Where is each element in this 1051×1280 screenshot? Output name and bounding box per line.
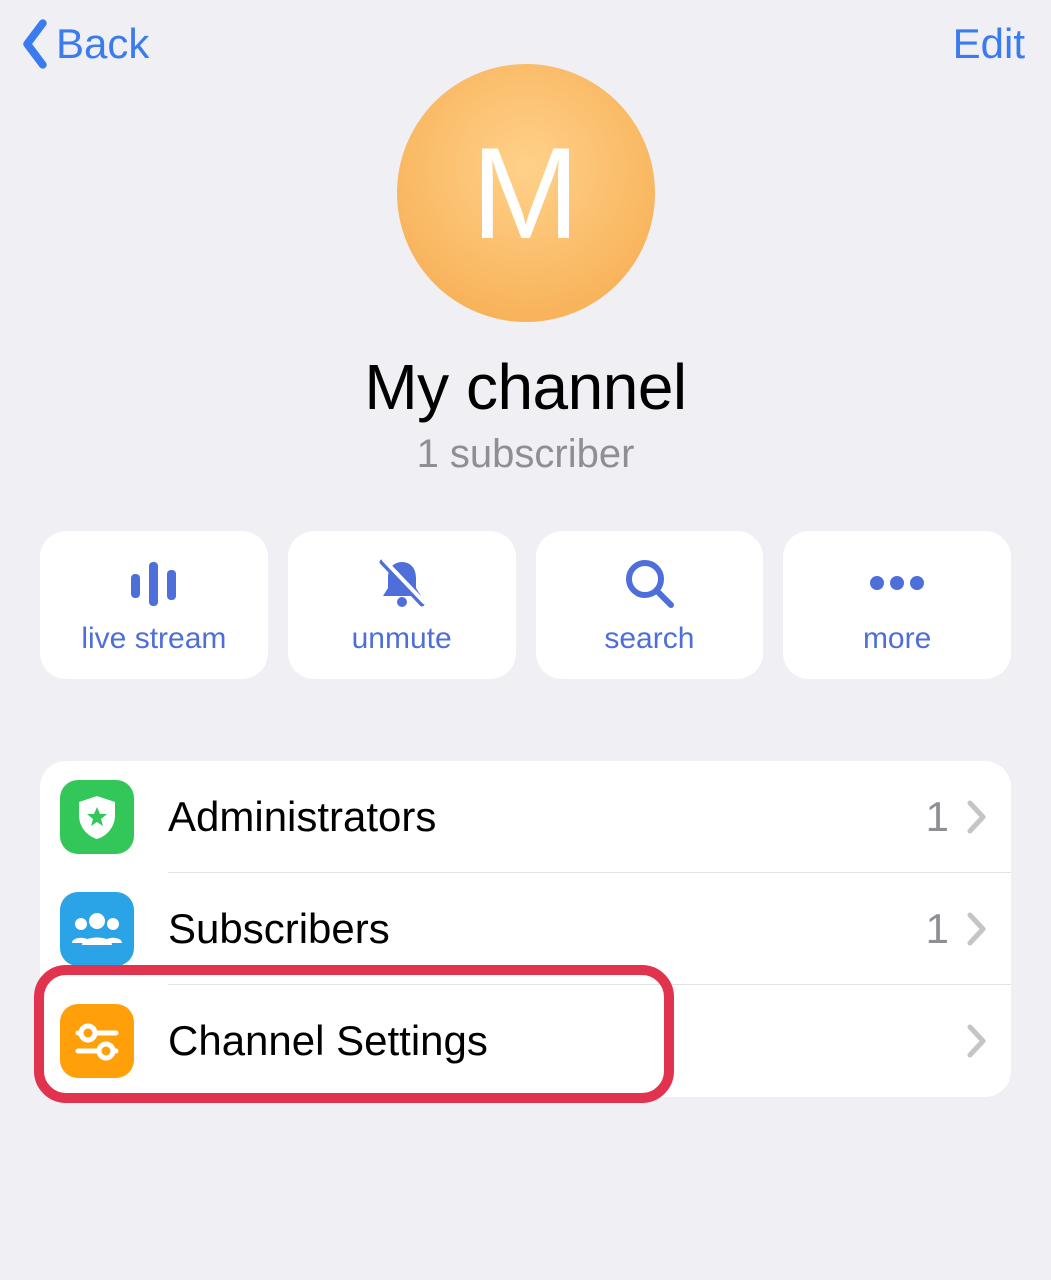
channel-title: My channel (364, 350, 686, 424)
subscribers-count: 1 (926, 905, 949, 953)
shield-star-icon (60, 780, 134, 854)
channel-settings-label: Channel Settings (168, 1017, 967, 1065)
people-icon (60, 892, 134, 966)
chevron-right-icon (967, 800, 987, 834)
channel-avatar[interactable]: M (397, 64, 655, 322)
settings-list: Administrators 1 Subscribers 1 (40, 761, 1011, 1097)
search-label: search (604, 622, 694, 656)
live-stream-icon (125, 554, 183, 612)
more-button[interactable]: more (783, 531, 1011, 679)
live-stream-label: live stream (81, 622, 226, 656)
back-label: Back (56, 20, 149, 68)
subscriber-count: 1 subscriber (417, 432, 635, 477)
administrators-label: Administrators (168, 793, 926, 841)
edit-button[interactable]: Edit (953, 20, 1025, 68)
unmute-label: unmute (352, 622, 452, 656)
live-stream-button[interactable]: live stream (40, 531, 268, 679)
subscribers-label: Subscribers (168, 905, 926, 953)
subscribers-row[interactable]: Subscribers 1 (40, 873, 1011, 985)
chevron-right-icon (967, 912, 987, 946)
more-icon (865, 554, 929, 612)
unmute-button[interactable]: unmute (288, 531, 516, 679)
back-button[interactable]: Back (18, 18, 149, 70)
chevron-right-icon (967, 1024, 987, 1058)
more-label: more (863, 622, 931, 656)
bell-off-icon (373, 554, 431, 612)
administrators-count: 1 (926, 793, 949, 841)
chevron-left-icon (18, 18, 52, 70)
search-button[interactable]: search (536, 531, 764, 679)
sliders-icon (60, 1004, 134, 1078)
avatar-letter: M (471, 118, 579, 268)
channel-settings-row[interactable]: Channel Settings (40, 985, 1011, 1097)
search-icon (621, 554, 677, 612)
administrators-row[interactable]: Administrators 1 (40, 761, 1011, 873)
